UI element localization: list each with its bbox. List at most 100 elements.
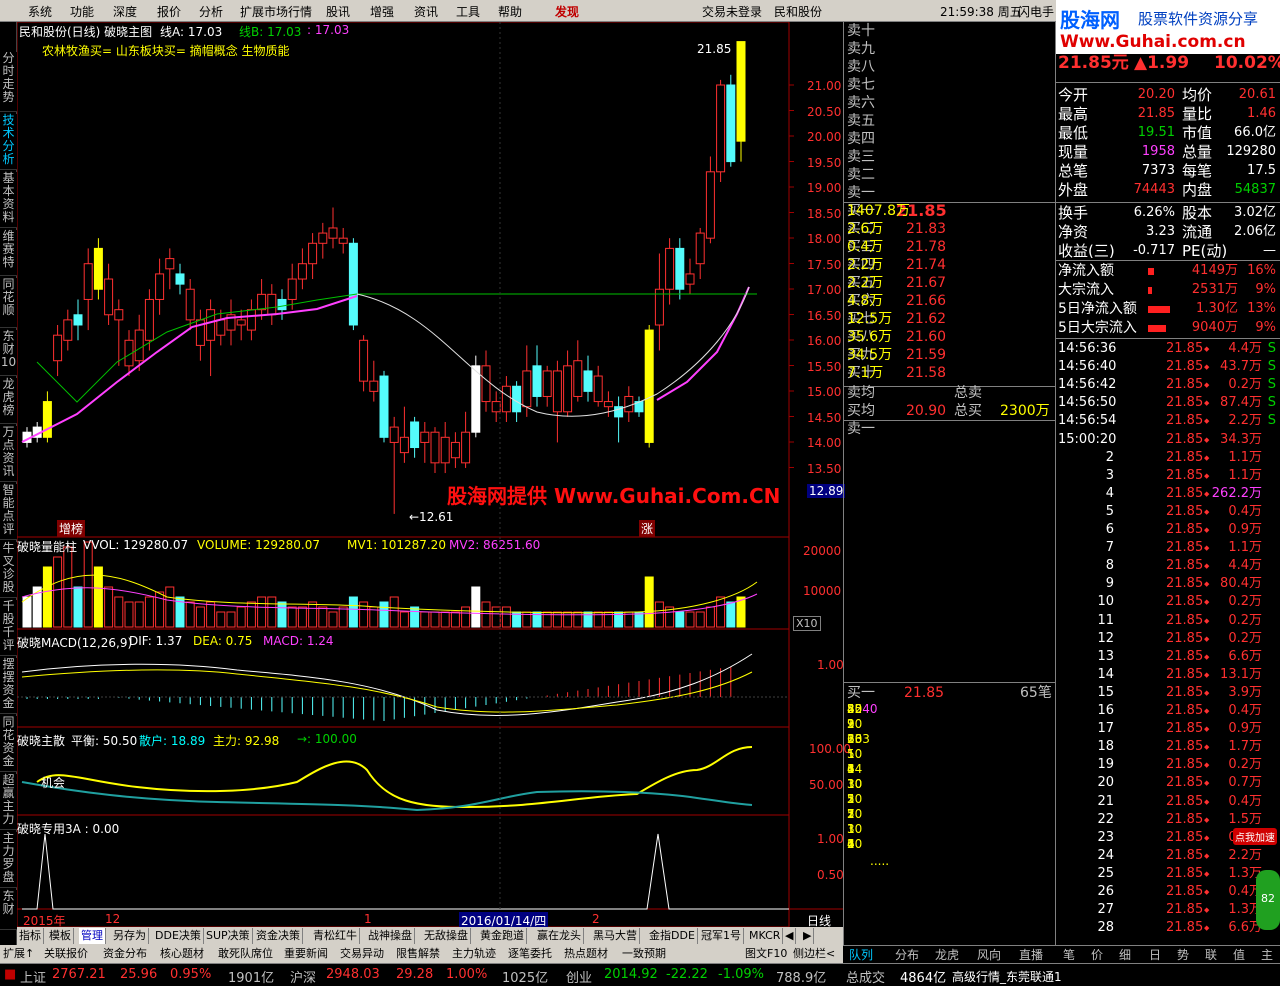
sh-icon: ■ — [4, 967, 17, 982]
tab-longhubang[interactable]: 龙虎榜 — [0, 378, 17, 424]
menu-tools[interactable]: 工具 — [456, 3, 480, 20]
menu-system[interactable]: 系统 — [28, 3, 52, 20]
quote-label: 总量 — [1182, 143, 1213, 161]
chart-area[interactable]: 民和股份(日线) 破晓主图 线A: 17.03 线B: 17.03 : 17.0… — [17, 22, 851, 929]
tab-dongcai[interactable]: 东财 — [0, 890, 17, 930]
tab-weisaite[interactable]: 维赛特 — [0, 230, 17, 276]
detail-tab[interactable]: 队列 — [849, 947, 873, 963]
speedup-ad[interactable]: 点我加速 — [1233, 828, 1277, 845]
footer-ext[interactable]: 扩展↑ — [3, 946, 34, 962]
sell-level-label: 卖十 — [847, 23, 875, 39]
btab-heima[interactable]: 黑马大营 — [591, 928, 640, 944]
tab-wandian[interactable]: 万点资讯 — [0, 426, 17, 482]
tick-dot-icon: ◆ — [1204, 562, 1210, 571]
tick-time: 28 — [1097, 920, 1114, 936]
footer-consensus[interactable]: 一致预期 — [622, 946, 666, 962]
tab-baibai[interactable]: 摆摆资金 — [0, 658, 17, 714]
detail-tab[interactable]: 风向 — [977, 947, 1001, 963]
divider — [1056, 202, 1280, 203]
btab-jinzhi[interactable]: 金指DDE — [647, 928, 698, 944]
btab-template[interactable]: 模板 — [47, 928, 74, 944]
tab-tonghua-fund[interactable]: 同花资金 — [0, 716, 17, 772]
tab-smart-review[interactable]: 智能点评 — [0, 484, 17, 540]
btab-mkcr[interactable]: MKCR — [747, 928, 784, 944]
cy-name[interactable]: 创业 — [566, 967, 592, 986]
footer-f10[interactable]: 图文F10 — [745, 946, 787, 962]
footer-unlock[interactable]: 限售解禁 — [396, 946, 440, 962]
footer-sidebar[interactable]: 侧边栏< — [793, 946, 835, 962]
tick-dot-icon: ◆ — [1204, 743, 1210, 752]
menu-stock-news[interactable]: 股讯 — [326, 3, 350, 20]
btab-manage[interactable]: 管理 — [79, 928, 106, 944]
sell-level-label: 卖一 — [847, 185, 875, 201]
detail-tab[interactable]: 龙虎 — [935, 947, 959, 963]
detail-tab[interactable]: 分布 — [895, 947, 919, 963]
btab-indicator[interactable]: 指标 — [17, 928, 44, 944]
tab-chaoying[interactable]: 超赢主力 — [0, 774, 17, 830]
footer-news[interactable]: 重要新闻 — [284, 946, 328, 962]
hq-server[interactable]: 高级行情_东莞联通1 — [952, 968, 1062, 985]
footer-commission[interactable]: 逐笔委托 — [508, 946, 552, 962]
btab-qingsong[interactable]: 青松红牛 — [311, 928, 360, 944]
detail-tab[interactable]: 直播 — [1019, 947, 1043, 963]
detail-tab[interactable]: 细 — [1119, 947, 1131, 963]
btab-saveas[interactable]: 另存为 — [111, 928, 149, 944]
candle-body — [216, 319, 226, 336]
detail-tab[interactable]: 势 — [1177, 947, 1189, 963]
menu-info[interactable]: 资讯 — [414, 3, 438, 20]
hs-name[interactable]: 沪深 — [290, 967, 316, 986]
menu-ext-market[interactable]: 扩展市场行情 — [240, 3, 312, 20]
tab-qiangu[interactable]: 千股千评 — [0, 600, 17, 656]
menu-analysis[interactable]: 分析 — [199, 3, 223, 20]
tab-compass[interactable]: 主力罗盘 — [0, 832, 17, 888]
scroll-left-icon[interactable]: ◀ — [783, 928, 797, 944]
price-axis-label: 15.00 — [807, 385, 842, 399]
menu-depth[interactable]: 深度 — [113, 3, 137, 20]
detail-tab[interactable]: 日 — [1149, 947, 1161, 963]
menu-help[interactable]: 帮助 — [498, 3, 522, 20]
btab-sup[interactable]: SUP决策 — [204, 928, 253, 944]
detail-tab[interactable]: 值 — [1233, 947, 1245, 963]
menu-enhance[interactable]: 增强 — [370, 3, 394, 20]
btab-golden[interactable]: 黄金跑道 — [478, 928, 527, 944]
detail-tab[interactable]: 联 — [1205, 947, 1217, 963]
menu-quote[interactable]: 报价 — [157, 3, 181, 20]
detail-tab[interactable]: 主 — [1261, 947, 1273, 963]
tab-tonghuashun[interactable]: 同花顺 — [0, 278, 17, 328]
tab-intraday[interactable]: 分时走势 — [0, 52, 17, 112]
btab-longtou[interactable]: 赢在龙头 — [535, 928, 584, 944]
tab-niucha[interactable]: 牛叉诊股 — [0, 542, 17, 598]
footer-abnormal[interactable]: 交易异动 — [340, 946, 384, 962]
btab-champion[interactable]: 冠军1号 — [699, 928, 744, 944]
detail-tab[interactable]: 笔 — [1063, 947, 1075, 963]
sh-name[interactable]: 上证 — [20, 967, 46, 986]
candle-body — [379, 375, 389, 438]
tick-volume: 0.2万 — [1228, 630, 1262, 646]
tick-volume: 1.1万 — [1228, 449, 1262, 465]
footer-dare-seat[interactable]: 敢死队席位 — [218, 946, 273, 962]
clock: 21:59:38 周五 — [940, 5, 1022, 19]
flow-label: 5日净流入额 — [1058, 301, 1137, 317]
cy-pct: -1.09% — [718, 967, 764, 982]
queue-more: ..... — [870, 854, 890, 868]
chart-canvas[interactable] — [17, 22, 843, 927]
tab-fundamentals[interactable]: 基本资料 — [0, 172, 17, 228]
tab-technical[interactable]: 技术分析 — [0, 114, 17, 170]
login-status[interactable]: 交易未登录 — [702, 3, 762, 20]
btab-wudi[interactable]: 无敌操盘 — [422, 928, 471, 944]
footer-track[interactable]: 主力轨迹 — [452, 946, 496, 962]
btab-fund[interactable]: 资金决策 — [254, 928, 303, 944]
btab-dde[interactable]: DDE决策 — [153, 928, 204, 944]
buy1-queue-count: 65笔 — [1020, 685, 1052, 701]
detail-tab[interactable]: 价 — [1091, 947, 1103, 963]
footer-core-theme[interactable]: 核心题材 — [160, 946, 204, 962]
menu-function[interactable]: 功能 — [70, 3, 94, 20]
scroll-right-icon[interactable]: ▶ — [801, 928, 815, 944]
footer-related[interactable]: 关联报价 — [44, 946, 88, 962]
footer-fund-dist[interactable]: 资金分布 — [103, 946, 147, 962]
tab-dongcai10[interactable]: 东财10 — [0, 330, 17, 376]
menu-discover[interactable]: 发现 — [555, 3, 579, 20]
footer-hot[interactable]: 热点题材 — [564, 946, 608, 962]
flash-button[interactable]: 闪电手 — [1018, 3, 1054, 20]
btab-zhanshen[interactable]: 战神操盘 — [366, 928, 415, 944]
